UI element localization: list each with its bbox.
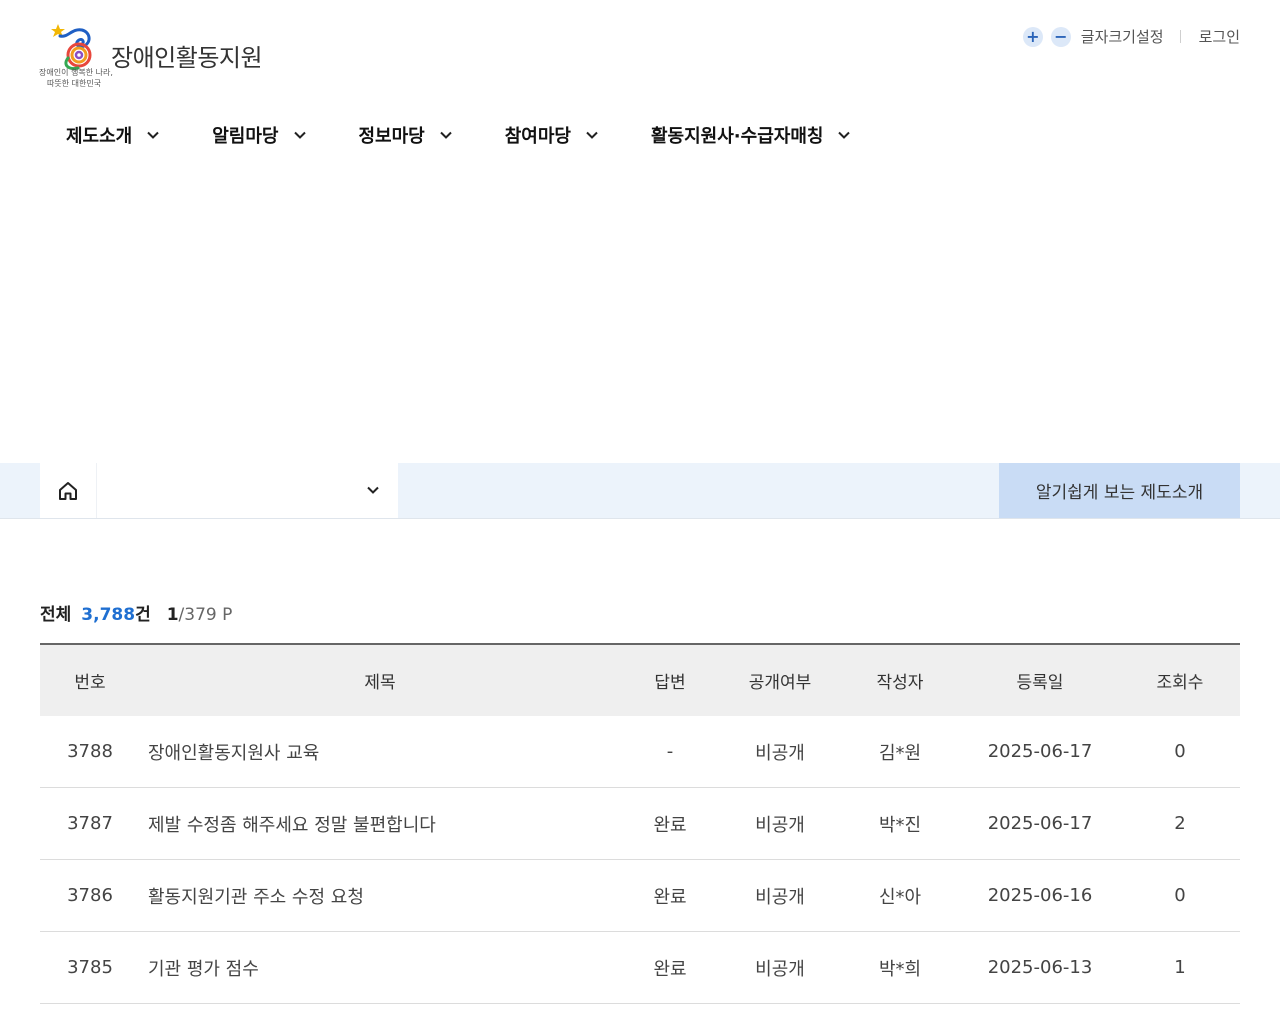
home-icon (59, 481, 77, 500)
login-link[interactable]: 로그인 (1199, 26, 1240, 47)
site-logo[interactable]: 장애인이 행복한 나라, 따뜻한 대한민국 장애인활동지원 (38, 22, 278, 94)
cell-views: 0 (1174, 741, 1186, 762)
logo-caption: 장애인이 행복한 나라, 따뜻한 대한민국 (39, 67, 119, 89)
gnb-item-label: 정보마당 (358, 126, 425, 147)
cell-title-link[interactable]: 장애인활동지원사 교육 (140, 739, 620, 765)
total-count: 3,788 (81, 605, 136, 625)
logo-caption-line1: 장애인이 행복한 나라, (39, 68, 113, 77)
spiral-logo-icon (51, 24, 92, 70)
table-header: 번호 제목 답변 공개여부 작성자 등록일 조회수 (40, 645, 1240, 716)
chevron-down-icon (367, 486, 379, 494)
location-bar: 알기쉽게 보는 제도소개 (0, 463, 1280, 519)
site-title: 장애인활동지원 (111, 44, 263, 72)
main-navigation: 제도소개 알림마당 정보마당 참여마당 활동지원사·수급자매칭 (66, 122, 903, 148)
utility-menu: + − 글자크기설정 로그인 (1022, 26, 1240, 47)
util-divider (1179, 30, 1181, 43)
gnb-item-label: 제도소개 (66, 126, 133, 147)
zoom-out-button[interactable]: − (1050, 26, 1071, 47)
table-row[interactable]: 3787 제발 수정좀 해주세요 정말 불편합니다 완료 비공개 박*진 202… (40, 788, 1240, 860)
column-header-public: 공개여부 (748, 673, 812, 693)
chevron-down-icon (586, 131, 598, 139)
cell-title-link[interactable]: 기관 평가 점수 (140, 955, 620, 981)
cell-no: 3786 (67, 885, 113, 906)
total-label: 전체 (40, 605, 72, 625)
gnb-item-label: 알림마당 (212, 126, 279, 147)
home-button[interactable] (40, 463, 96, 518)
cell-author: 신*아 (878, 886, 922, 908)
board-table: 번호 제목 답변 공개여부 작성자 등록일 조회수 3788 장애인활동지원사 … (40, 643, 1240, 1004)
cell-answer: 완료 (653, 958, 687, 980)
cell-author: 박*희 (878, 958, 922, 980)
cell-answer: 완료 (653, 886, 687, 908)
location-dropdown[interactable] (96, 463, 398, 518)
cell-views: 0 (1174, 885, 1186, 906)
cell-date: 2025-06-13 (987, 957, 1093, 978)
cell-date: 2025-06-17 (987, 813, 1093, 834)
cell-title-link[interactable]: 활동지원기관 주소 수정 요청 (140, 883, 620, 909)
easy-system-intro-button[interactable]: 알기쉽게 보는 제도소개 (999, 463, 1240, 518)
cell-no: 3785 (67, 957, 113, 978)
cell-public: 비공개 (755, 814, 805, 836)
gnb-item-label: 참여마당 (504, 126, 571, 147)
chevron-down-icon (147, 131, 159, 139)
gnb-item-info[interactable]: 정보마당 (359, 122, 453, 148)
column-header-title: 제목 (364, 673, 396, 693)
gnb-item-system-intro[interactable]: 제도소개 (66, 122, 160, 148)
column-header-date: 등록일 (1016, 673, 1064, 693)
total-pages: /379 P (178, 605, 233, 625)
column-header-views: 조회수 (1156, 673, 1204, 693)
gnb-item-participation[interactable]: 참여마당 (505, 122, 599, 148)
chevron-down-icon (293, 131, 306, 139)
column-header-author: 작성자 (876, 673, 924, 693)
table-row[interactable]: 3785 기관 평가 점수 완료 비공개 박*희 2025-06-13 1 (40, 932, 1240, 1004)
cell-public: 비공개 (755, 958, 805, 980)
zoom-in-button[interactable]: + (1022, 26, 1043, 47)
cell-author: 박*진 (878, 814, 922, 836)
column-header-answer: 답변 (654, 673, 686, 693)
cell-no: 3788 (67, 741, 113, 762)
cell-title-link[interactable]: 제발 수정좀 해주세요 정말 불편합니다 (140, 811, 620, 837)
cell-no: 3787 (67, 813, 113, 834)
logo-caption-line2: 따뜻한 대한민국 (47, 79, 102, 88)
cell-views: 1 (1174, 957, 1186, 978)
font-size-setting-label: 글자크기설정 (1080, 28, 1164, 46)
chevron-down-icon (440, 131, 452, 139)
board-summary: 전체 3,788 건 1 /379 P (40, 600, 232, 625)
cell-views: 2 (1174, 813, 1186, 834)
gnb-item-label: 활동지원사·수급자매칭 (651, 126, 824, 147)
table-row[interactable]: 3786 활동지원기관 주소 수정 요청 완료 비공개 신*아 2025-06-… (40, 860, 1240, 932)
current-page: 1 (166, 605, 179, 625)
column-header-no: 번호 (74, 673, 106, 693)
gnb-item-notice[interactable]: 알림마당 (212, 122, 306, 148)
cell-date: 2025-06-17 (987, 741, 1093, 762)
gnb-item-matching[interactable]: 활동지원사·수급자매칭 (651, 122, 851, 148)
cell-public: 비공개 (755, 886, 805, 908)
count-unit: 건 (135, 605, 151, 625)
cell-author: 김*원 (878, 742, 922, 764)
cell-date: 2025-06-16 (987, 885, 1093, 906)
table-row[interactable]: 3788 장애인활동지원사 교육 - 비공개 김*원 2025-06-17 0 (40, 716, 1240, 788)
cell-public: 비공개 (755, 742, 805, 764)
chevron-down-icon (838, 131, 851, 139)
cell-answer: 완료 (653, 814, 687, 836)
cell-answer: - (666, 741, 674, 762)
